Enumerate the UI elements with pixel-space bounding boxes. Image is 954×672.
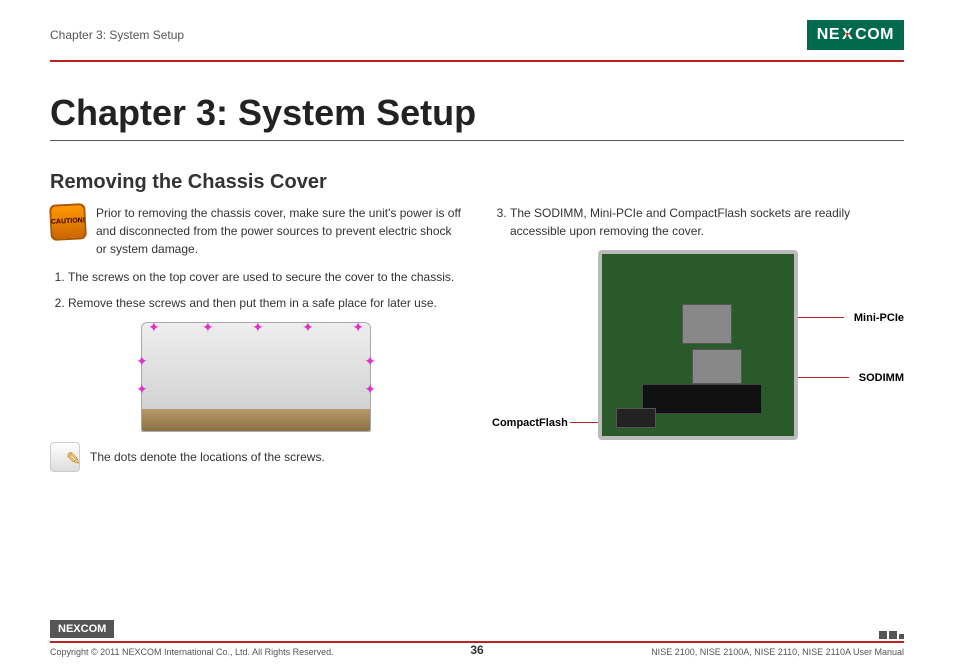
footer-logo: NEXCOM xyxy=(50,620,114,638)
header-divider xyxy=(50,60,904,62)
label-sodimm: SODIMM xyxy=(859,370,904,387)
board-internal-image xyxy=(598,250,798,440)
label-mini-pcie: Mini-PCIe xyxy=(854,310,904,327)
step-3: The SODIMM, Mini-PCIe and CompactFlash s… xyxy=(510,204,904,240)
note-icon xyxy=(50,442,80,472)
manual-title: NISE 2100, NISE 2100A, NISE 2110, NISE 2… xyxy=(651,647,904,657)
left-column: CAUTION! Prior to removing the chassis c… xyxy=(50,204,462,472)
line-sodimm xyxy=(789,377,849,378)
copyright-text: Copyright © 2011 NEXCOM International Co… xyxy=(50,647,334,657)
step-1: The screws on the top cover are used to … xyxy=(68,268,462,286)
caution-text: Prior to removing the chassis cover, mak… xyxy=(96,204,462,258)
title-divider xyxy=(50,140,904,141)
caution-icon: CAUTION! xyxy=(49,203,87,241)
note-text: The dots denote the locations of the scr… xyxy=(90,448,325,466)
label-compactflash: CompactFlash xyxy=(492,415,568,432)
nexcom-logo: NEXCOM xyxy=(807,20,904,50)
right-column: The SODIMM, Mini-PCIe and CompactFlash s… xyxy=(492,204,904,472)
device-chassis-image: ✦ ✦ ✦ ✦ ✦ ✦ ✦ ✦ ✦ xyxy=(141,322,371,432)
breadcrumb: Chapter 3: System Setup xyxy=(50,28,184,42)
footer-decoration xyxy=(879,631,904,639)
section-title: Removing the Chassis Cover xyxy=(50,171,904,194)
step-2: Remove these screws and then put them in… xyxy=(68,294,462,312)
page-number: 36 xyxy=(470,643,483,657)
chapter-title: Chapter 3: System Setup xyxy=(50,92,904,134)
